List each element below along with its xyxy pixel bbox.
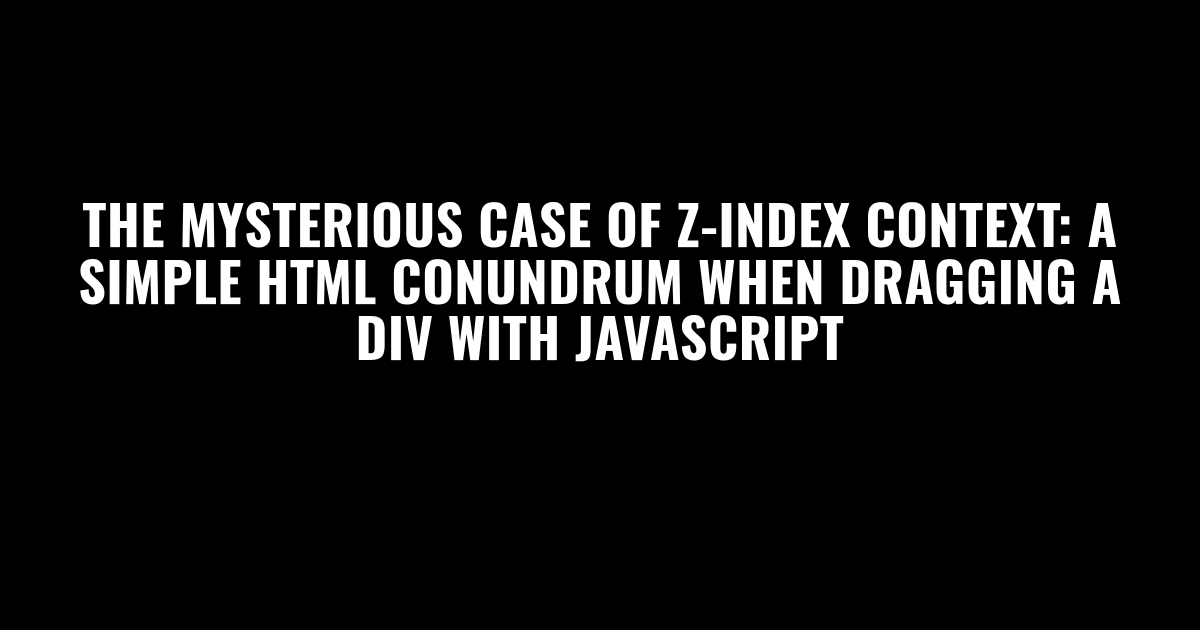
page-title: The Mysterious Case of Z-Index Context: … [50,195,1150,365]
title-container: The Mysterious Case of Z-Index Context: … [0,195,1200,365]
